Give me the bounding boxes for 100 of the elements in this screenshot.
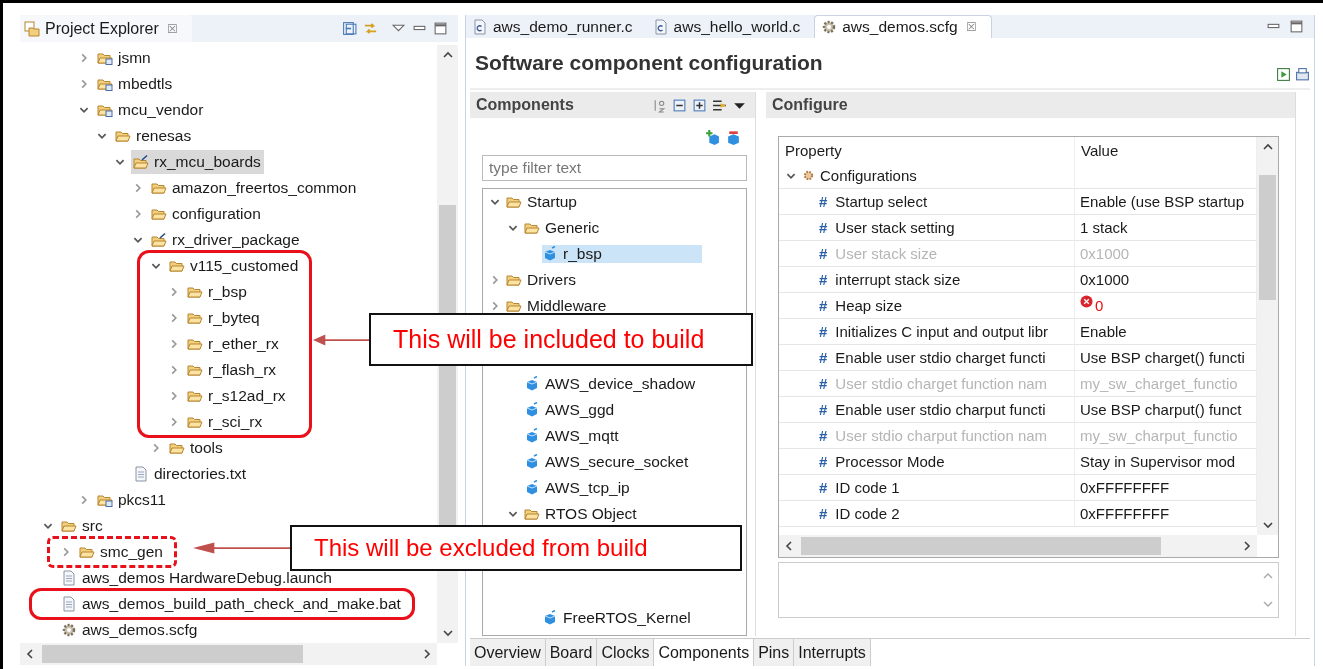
property-name: ID code 1 bbox=[835, 479, 900, 496]
scroll-down-icon[interactable] bbox=[1261, 519, 1274, 531]
tree-item[interactable]: pkcs11 bbox=[95, 488, 169, 512]
tree-item[interactable]: AWS_mqtt bbox=[524, 427, 623, 445]
maximize-icon[interactable] bbox=[1289, 19, 1304, 34]
file-icon bbox=[61, 596, 77, 612]
tree-item[interactable]: rx_mcu_boards bbox=[131, 150, 264, 174]
tree-item[interactable]: aws_demos_build_path_check_and_make.bat bbox=[59, 592, 404, 616]
scroll-right-icon[interactable] bbox=[421, 648, 433, 660]
property-marker: # bbox=[819, 427, 828, 444]
tree-item[interactable]: RTOS Object bbox=[524, 505, 641, 523]
tree-item[interactable]: aws_demos.scfg bbox=[59, 618, 201, 642]
folder-icon bbox=[169, 440, 185, 456]
tree-item[interactable]: r_bsp bbox=[185, 280, 250, 304]
property-name: interrupt stack size bbox=[835, 271, 961, 288]
folder-icon bbox=[506, 194, 522, 210]
page-tab[interactable]: Interrupts bbox=[794, 639, 871, 666]
folder-icon bbox=[97, 492, 113, 508]
filter-field[interactable]: type filter text bbox=[482, 155, 747, 181]
property-marker: # bbox=[819, 323, 828, 340]
cube-icon bbox=[524, 480, 540, 496]
property-value: my_sw_charget_functio bbox=[1080, 375, 1238, 392]
tree-item[interactable]: v115_customed bbox=[167, 254, 302, 278]
folder-icon bbox=[115, 128, 131, 144]
tree-item[interactable]: amazon_freertos_common bbox=[149, 176, 360, 200]
value-cell[interactable]: 0 bbox=[1075, 293, 1257, 319]
tree-item[interactable]: AWS_tcp_ip bbox=[524, 479, 634, 497]
add-component-icon[interactable] bbox=[705, 130, 720, 145]
tree-item[interactable]: smc_gen bbox=[77, 540, 166, 564]
tree-item[interactable]: AWS_secure_socket bbox=[524, 453, 693, 471]
tree-item[interactable]: r_sci_rx bbox=[185, 410, 266, 434]
horizontal-scrollbar[interactable] bbox=[20, 643, 437, 665]
tree-item[interactable]: src bbox=[59, 514, 106, 538]
tree-item[interactable]: renesas bbox=[113, 124, 195, 148]
sort-icon[interactable] bbox=[652, 97, 667, 113]
tree-item[interactable]: Drivers bbox=[506, 271, 581, 289]
tree-item[interactable]: rx_driver_package bbox=[149, 228, 303, 252]
property-value: my_sw_charput_functio bbox=[1080, 427, 1238, 444]
folder-icon bbox=[506, 298, 522, 314]
editor-tab[interactable]: aws_demo_runner.c bbox=[466, 15, 647, 38]
tree-item[interactable]: AWS_device_shadow bbox=[524, 375, 700, 393]
group-label[interactable]: Configurations bbox=[820, 167, 917, 184]
cube-icon bbox=[542, 246, 558, 262]
scroll-left-icon[interactable] bbox=[24, 648, 36, 660]
remove-component-icon[interactable] bbox=[726, 130, 741, 145]
property-marker: # bbox=[819, 505, 828, 522]
editor-tab[interactable]: aws_demos.scfg ☒ bbox=[814, 15, 992, 38]
report-icon[interactable] bbox=[1295, 67, 1310, 82]
horizontal-scrollbar[interactable] bbox=[779, 535, 1257, 557]
tree-item[interactable]: Startup bbox=[506, 193, 581, 211]
page-tab[interactable]: Overview bbox=[470, 639, 546, 666]
tree-item[interactable]: mbedtls bbox=[95, 72, 176, 96]
collapse-all-icon[interactable] bbox=[672, 97, 687, 113]
property-name: Initializes C input and output libr bbox=[835, 323, 1048, 340]
page-tab[interactable]: Clocks bbox=[597, 639, 655, 666]
property-name: User stdio charget function nam bbox=[835, 375, 1048, 392]
scroll-down-icon[interactable] bbox=[441, 627, 454, 639]
expand-all-icon[interactable] bbox=[692, 97, 707, 113]
gear-icon bbox=[821, 19, 838, 35]
property-value: 0x1000 bbox=[1080, 245, 1130, 262]
scroll-left-icon[interactable] bbox=[783, 540, 795, 552]
callout-box: This will be included to build bbox=[369, 313, 753, 366]
vertical-scrollbar[interactable] bbox=[1257, 137, 1278, 535]
property-value: Stay in Supervisor mod bbox=[1080, 453, 1236, 470]
view-tab[interactable]: Project Explorer ☒ bbox=[20, 15, 192, 42]
tree-item[interactable]: directories.txt bbox=[131, 462, 250, 486]
tree-item[interactable]: r_ether_rx bbox=[185, 332, 282, 356]
tree-item[interactable]: jsmn bbox=[95, 46, 154, 70]
column-header[interactable]: Property bbox=[779, 137, 1075, 163]
close-button[interactable]: ☒ bbox=[166, 21, 178, 36]
property-value: 0xFFFFFFFF bbox=[1080, 479, 1170, 496]
page-tab[interactable]: Pins bbox=[754, 639, 795, 666]
property-value: 0xFFFFFFFF bbox=[1080, 505, 1170, 522]
c-file-icon bbox=[472, 18, 488, 35]
tree-item[interactable]: mcu_vendor bbox=[95, 98, 207, 122]
tree-item[interactable]: AWS_ggd bbox=[524, 401, 619, 419]
folder-icon bbox=[151, 180, 167, 196]
tree-item[interactable]: r_byteq bbox=[185, 306, 263, 330]
scroll-right-icon[interactable] bbox=[1241, 540, 1253, 552]
tree-item[interactable]: tools bbox=[167, 436, 226, 460]
property-marker: # bbox=[819, 375, 828, 392]
close-button[interactable]: ☒ bbox=[965, 20, 977, 34]
editor-tab[interactable]: aws_hello_world.c bbox=[646, 15, 815, 38]
tree-item[interactable]: r_flash_rx bbox=[185, 358, 280, 382]
tree-item[interactable]: r_s12ad_rx bbox=[185, 384, 289, 408]
generate-code-icon[interactable] bbox=[1276, 67, 1291, 82]
cube-icon bbox=[524, 402, 540, 418]
folder-icon bbox=[79, 544, 95, 560]
tree-item[interactable]: r_bsp bbox=[542, 245, 702, 263]
tree-item[interactable]: FreeRTOS_Kernel bbox=[542, 609, 695, 627]
tree-item[interactable]: Middleware bbox=[506, 297, 611, 315]
tree-item[interactable]: Generic bbox=[524, 219, 604, 237]
tree-item[interactable]: configuration bbox=[149, 202, 264, 226]
folder-icon bbox=[524, 506, 540, 522]
folder-icon bbox=[151, 232, 167, 248]
property-name: User stdio charput function nam bbox=[835, 427, 1048, 444]
folder-icon bbox=[187, 414, 203, 430]
page-tab[interactable]: Board bbox=[545, 639, 598, 666]
maximize-icon[interactable] bbox=[433, 21, 448, 36]
collapse-all-icon[interactable] bbox=[341, 21, 357, 36]
